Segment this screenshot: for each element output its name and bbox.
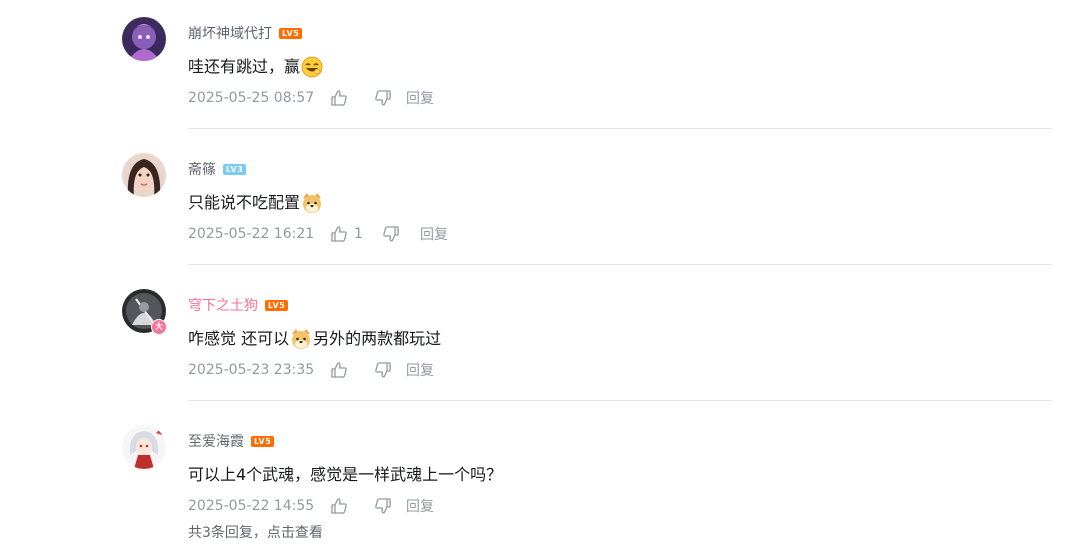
level-badge: LV5: [251, 435, 275, 447]
divider: [188, 400, 1052, 401]
thumbs-down-icon: [383, 226, 399, 242]
thumbs-down-icon: [375, 362, 391, 378]
comment-item: 斋篠 LV3 只能说不吃配置 2025-05-22 16:21 1 回复: [0, 136, 1080, 272]
comment-time: 2025-05-22 14:55: [188, 498, 315, 514]
dislike-button[interactable]: [374, 497, 406, 515]
thumbs-down-icon: [375, 90, 391, 106]
comment-text: 哇还有跳过，赢: [188, 55, 324, 79]
laugh-emoji-icon: [301, 56, 323, 78]
like-button[interactable]: [330, 361, 374, 379]
username[interactable]: 崩坏神域代打: [188, 23, 272, 43]
like-button[interactable]: 1: [330, 225, 382, 243]
like-button[interactable]: [330, 497, 374, 515]
doge-emoji-icon: [290, 328, 312, 350]
avatar[interactable]: [122, 153, 166, 197]
like-count: 1: [354, 226, 363, 242]
reply-button[interactable]: 回复: [420, 224, 448, 244]
avatar[interactable]: [122, 17, 166, 61]
thumbs-up-icon: [331, 362, 347, 378]
thumbs-up-icon: [331, 498, 347, 514]
comment-text: 咋感觉 还可以 另外的两款都玩过: [188, 328, 442, 350]
avatar[interactable]: [122, 425, 166, 469]
comment-text: 只能说不吃配置: [188, 191, 324, 215]
reply-button[interactable]: 回复: [406, 496, 434, 516]
dislike-button[interactable]: [374, 89, 406, 107]
level-badge: LV5: [279, 27, 303, 39]
username[interactable]: 穹下之土狗: [188, 295, 258, 315]
reply-button[interactable]: 回复: [406, 88, 434, 108]
comment-text: 可以上4个武魂，感觉是一样武魂上一个吗？: [188, 465, 503, 484]
doge-emoji-icon: [301, 192, 323, 214]
divider: [188, 264, 1052, 265]
reply-button[interactable]: 回复: [406, 360, 434, 380]
username[interactable]: 至爱海霞: [188, 431, 244, 451]
comment-item: 崩坏神域代打 LV5 哇还有跳过，赢 2025-05-25 08:57 回复: [0, 0, 1080, 136]
comment-time: 2025-05-25 08:57: [188, 90, 315, 106]
view-sub-replies-link[interactable]: 共3条回复，点击查看: [188, 522, 323, 542]
thumbs-down-icon: [375, 498, 391, 514]
thumbs-up-icon: [331, 90, 347, 106]
level-badge: LV5: [265, 299, 289, 311]
comment-item: 大 穹下之土狗 LV5 咋感觉 还可以 另外的两款都玩过 2025-05-23 …: [0, 272, 1080, 408]
dislike-button[interactable]: [382, 225, 420, 243]
divider: [188, 128, 1052, 129]
dislike-button[interactable]: [374, 361, 406, 379]
username[interactable]: 斋篠: [188, 159, 216, 179]
thumbs-up-icon: [331, 226, 347, 242]
level-badge: LV3: [223, 163, 247, 175]
vip-badge: 大: [151, 319, 167, 335]
comment-time: 2025-05-23 23:35: [188, 362, 315, 378]
like-button[interactable]: [330, 89, 374, 107]
comment-item: 至爱海霞 LV5 可以上4个武魂，感觉是一样武魂上一个吗？ 2025-05-22…: [0, 408, 1080, 544]
comment-time: 2025-05-22 16:21: [188, 226, 315, 242]
